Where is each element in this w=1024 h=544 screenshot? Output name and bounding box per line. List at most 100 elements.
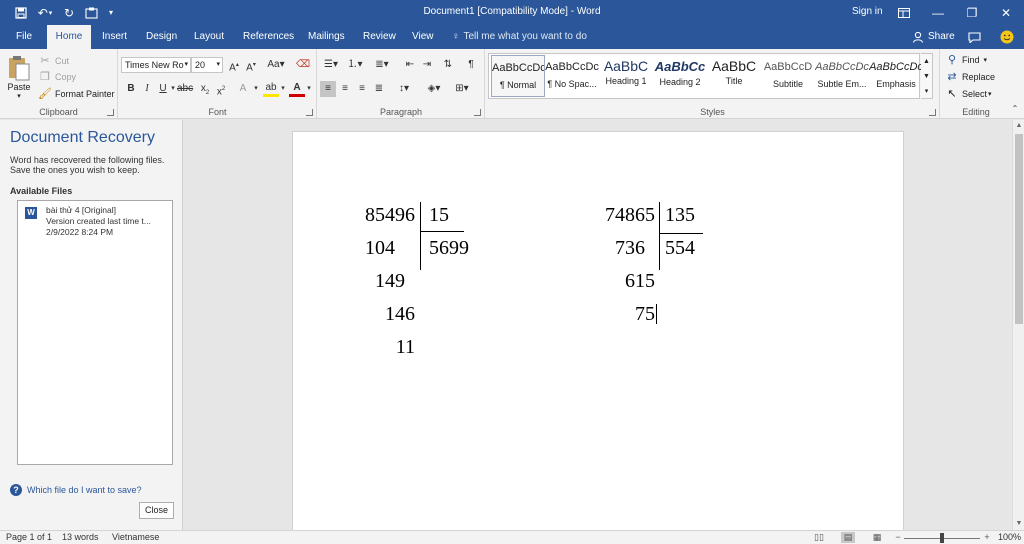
comments-icon[interactable]: [966, 29, 982, 45]
increase-indent-icon[interactable]: ⇥: [419, 57, 435, 73]
select-button[interactable]: ↖ Select ▾: [945, 87, 991, 101]
font-size-combo[interactable]: 20 ▾: [191, 57, 223, 73]
print-layout-icon[interactable]: ▤: [841, 532, 855, 543]
style-title[interactable]: AaBbC Title: [707, 55, 761, 97]
replace-button[interactable]: ⇄ Replace: [945, 70, 995, 84]
minimize-icon[interactable]: —: [921, 0, 955, 25]
find-button[interactable]: ⚲ Find ▾: [945, 53, 987, 67]
bullets-icon[interactable]: ☰▾: [320, 57, 342, 73]
right-division-horizontal-line: [659, 233, 703, 234]
restore-icon[interactable]: ❐: [955, 0, 989, 25]
redo-icon[interactable]: ↻: [60, 4, 78, 21]
undo-icon[interactable]: ↶ ▾: [34, 4, 56, 21]
zoom-out-icon[interactable]: −: [891, 532, 905, 543]
sign-in-link[interactable]: Sign in: [852, 6, 883, 17]
highlight-icon[interactable]: ab: [263, 81, 279, 97]
line-spacing-icon[interactable]: ↕▾: [392, 81, 416, 97]
italic-icon[interactable]: I: [139, 81, 155, 97]
show-formatting-marks-icon[interactable]: ¶: [463, 57, 479, 73]
font-color-icon[interactable]: A: [289, 81, 305, 97]
style-normal[interactable]: AaBbCcDc ¶ Normal: [491, 55, 545, 97]
close-window-icon[interactable]: ✕: [989, 0, 1023, 25]
collapse-ribbon-icon[interactable]: ⌃: [1008, 103, 1022, 115]
style-emphasis[interactable]: AaBbCcDc Emphasis: [869, 55, 923, 97]
copy-button[interactable]: ❐ Copy: [38, 70, 76, 84]
gallery-up-icon[interactable]: ▲: [921, 54, 932, 69]
style-heading-1[interactable]: AaBbC Heading 1: [599, 55, 653, 97]
text-effects-dropdown-icon[interactable]: ▾: [251, 81, 261, 97]
align-right-icon[interactable]: ≡: [354, 81, 370, 97]
grow-font-icon[interactable]: A▴: [226, 57, 242, 73]
decrease-indent-icon[interactable]: ⇤: [402, 57, 418, 73]
language[interactable]: Vietnamese: [112, 532, 159, 542]
clipboard-launcher-icon[interactable]: [107, 109, 114, 116]
multilevel-list-icon[interactable]: ≣▾: [370, 57, 394, 73]
paste-label: Paste: [7, 82, 31, 92]
zoom-slider-thumb[interactable]: [940, 533, 944, 543]
tab-references[interactable]: References: [235, 25, 302, 49]
shrink-font-icon[interactable]: A▾: [243, 57, 259, 73]
tab-file[interactable]: File: [8, 25, 40, 49]
style-no-spacing[interactable]: AaBbCcDc ¶ No Spac...: [545, 55, 599, 97]
style-subtitle[interactable]: AaBbCcD Subtitle: [761, 55, 815, 97]
align-center-icon[interactable]: ≡: [337, 81, 353, 97]
font-launcher-icon[interactable]: [306, 109, 313, 116]
customize-qat-icon[interactable]: ▾: [104, 4, 118, 21]
document-page[interactable]: 85496 15 104 5699 149 146 11 74865 135 7…: [292, 131, 904, 530]
superscript-icon[interactable]: x2: [213, 81, 229, 97]
zoom-level[interactable]: 100%: [998, 532, 1021, 542]
ribbon-display-options-icon[interactable]: [887, 0, 921, 25]
tab-layout[interactable]: Layout: [186, 25, 232, 49]
styles-gallery-scroll[interactable]: ▲ ▼ ▾: [921, 53, 933, 99]
web-layout-icon[interactable]: ▦: [870, 532, 884, 543]
page-count[interactable]: Page 1 of 1: [6, 532, 52, 542]
paragraph-launcher-icon[interactable]: [474, 109, 481, 116]
font-color-dropdown-icon[interactable]: ▾: [304, 81, 314, 97]
read-mode-icon[interactable]: ▯▯: [812, 532, 826, 543]
paste-button[interactable]: Paste ▾: [6, 54, 32, 100]
justify-icon[interactable]: ≣: [371, 81, 387, 97]
align-left-icon[interactable]: ≡: [320, 81, 336, 97]
scroll-up-icon[interactable]: ▲: [1013, 120, 1024, 132]
touch-mode-icon[interactable]: [82, 4, 100, 21]
format-painter-button[interactable]: 🖌 Format Painter: [38, 87, 115, 101]
gallery-more-icon[interactable]: ▾: [921, 84, 932, 99]
borders-icon[interactable]: ⊞▾: [450, 81, 474, 97]
tab-insert[interactable]: Insert: [94, 25, 135, 49]
clear-formatting-icon[interactable]: ⌫: [295, 57, 311, 73]
tell-me-box[interactable]: ♀ Tell me what you want to do: [452, 25, 587, 49]
tab-mailings[interactable]: Mailings: [300, 25, 353, 49]
cut-button[interactable]: ✂ Cut: [38, 54, 69, 68]
shading-icon[interactable]: ◈▾: [422, 81, 446, 97]
change-case-icon[interactable]: Aa▾: [265, 57, 287, 73]
tab-review[interactable]: Review: [355, 25, 404, 49]
scroll-down-icon[interactable]: ▼: [1013, 518, 1024, 530]
bold-icon[interactable]: B: [123, 81, 139, 97]
help-link[interactable]: ? Which file do I want to save?: [10, 484, 142, 496]
scroll-thumb[interactable]: [1015, 134, 1023, 324]
text-effects-icon[interactable]: A: [235, 81, 251, 97]
vertical-scrollbar[interactable]: ▲ ▼: [1012, 120, 1024, 530]
share-button[interactable]: Share: [928, 25, 955, 49]
feedback-smiley-icon[interactable]: [999, 29, 1015, 45]
gallery-down-icon[interactable]: ▼: [921, 69, 932, 84]
underline-dropdown-icon[interactable]: ▾: [169, 81, 177, 97]
tab-view[interactable]: View: [404, 25, 442, 49]
style-preview: AaBbCcD: [763, 61, 813, 73]
styles-launcher-icon[interactable]: [929, 109, 936, 116]
recovered-file-item[interactable]: W bài thử 4 [Original] Version created l…: [22, 205, 168, 239]
highlight-dropdown-icon[interactable]: ▾: [278, 81, 288, 97]
style-heading-2[interactable]: AaBbCc Heading 2: [653, 55, 707, 97]
word-count[interactable]: 13 words: [62, 532, 99, 542]
subscript-icon[interactable]: x2: [197, 81, 213, 97]
strikethrough-icon[interactable]: abc: [177, 81, 193, 97]
tab-design[interactable]: Design: [138, 25, 185, 49]
zoom-in-icon[interactable]: +: [980, 532, 994, 543]
recovery-close-button[interactable]: Close: [139, 502, 174, 519]
font-name-combo[interactable]: Times New Ro ▾: [121, 57, 191, 73]
save-icon[interactable]: [12, 4, 30, 21]
numbering-icon[interactable]: ⒈▾: [344, 57, 366, 73]
sort-icon[interactable]: ⇅: [440, 57, 456, 73]
tab-home[interactable]: Home: [47, 25, 91, 49]
style-subtle-emphasis[interactable]: AaBbCcDc Subtle Em...: [815, 55, 869, 97]
